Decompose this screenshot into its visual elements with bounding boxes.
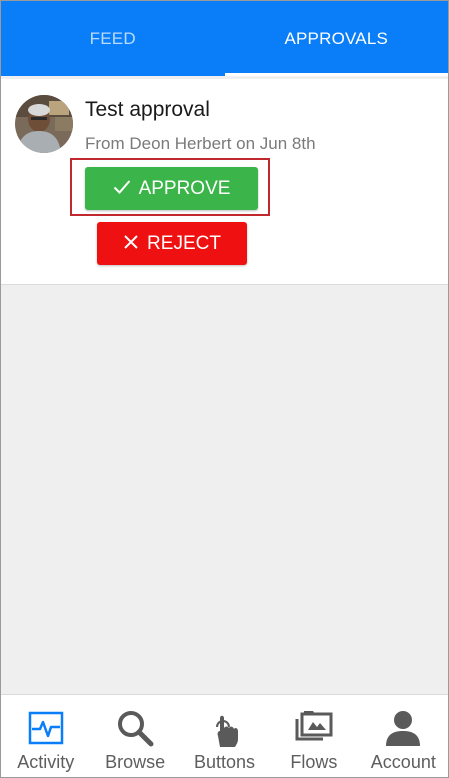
avatar [15, 95, 73, 153]
tab-approvals[interactable]: APPROVALS [224, 1, 448, 76]
tab-feed[interactable]: FEED [1, 1, 225, 76]
nav-browse[interactable]: Browse [90, 695, 179, 777]
nav-buttons[interactable]: Buttons [180, 695, 269, 777]
person-icon [386, 711, 421, 746]
flows-icon [295, 711, 333, 741]
nav-activity[interactable]: Activity [1, 695, 90, 777]
approval-card[interactable]: Test approval From Deon Herbert on Jun 8… [1, 79, 448, 285]
active-tab-indicator [224, 73, 448, 76]
tap-icon [215, 715, 238, 747]
approve-button[interactable]: APPROVE [85, 167, 258, 210]
nav-account-label: Account [370, 752, 436, 772]
top-tab-bar: FEED APPROVALS [1, 1, 448, 76]
tab-approvals-label: APPROVALS [284, 28, 389, 48]
nav-flows[interactable]: Flows [269, 695, 358, 777]
reject-button-label: REJECT [147, 232, 221, 254]
nav-account[interactable]: Account [359, 695, 448, 777]
activity-icon [28, 711, 63, 745]
nav-flows-label: Flows [290, 752, 338, 772]
tab-feed-label: FEED [89, 28, 136, 48]
close-icon [123, 234, 139, 254]
nav-activity-label: Activity [17, 752, 75, 772]
reject-button[interactable]: REJECT [97, 222, 247, 265]
app-frame: FEED APPROVALS Test approval From Deon H… [0, 0, 449, 778]
approval-title: Test approval [85, 98, 210, 121]
bottom-navigation: Activity Browse Buttons Flows Account [1, 694, 448, 777]
approval-sender: From Deon Herbert on Jun 8th [85, 134, 316, 153]
nav-buttons-label: Buttons [193, 752, 256, 772]
approve-button-label: APPROVE [138, 177, 231, 199]
search-icon [118, 711, 154, 747]
avatar-photo [15, 95, 73, 153]
check-icon [113, 179, 131, 199]
nav-browse-label: Browse [105, 752, 166, 772]
